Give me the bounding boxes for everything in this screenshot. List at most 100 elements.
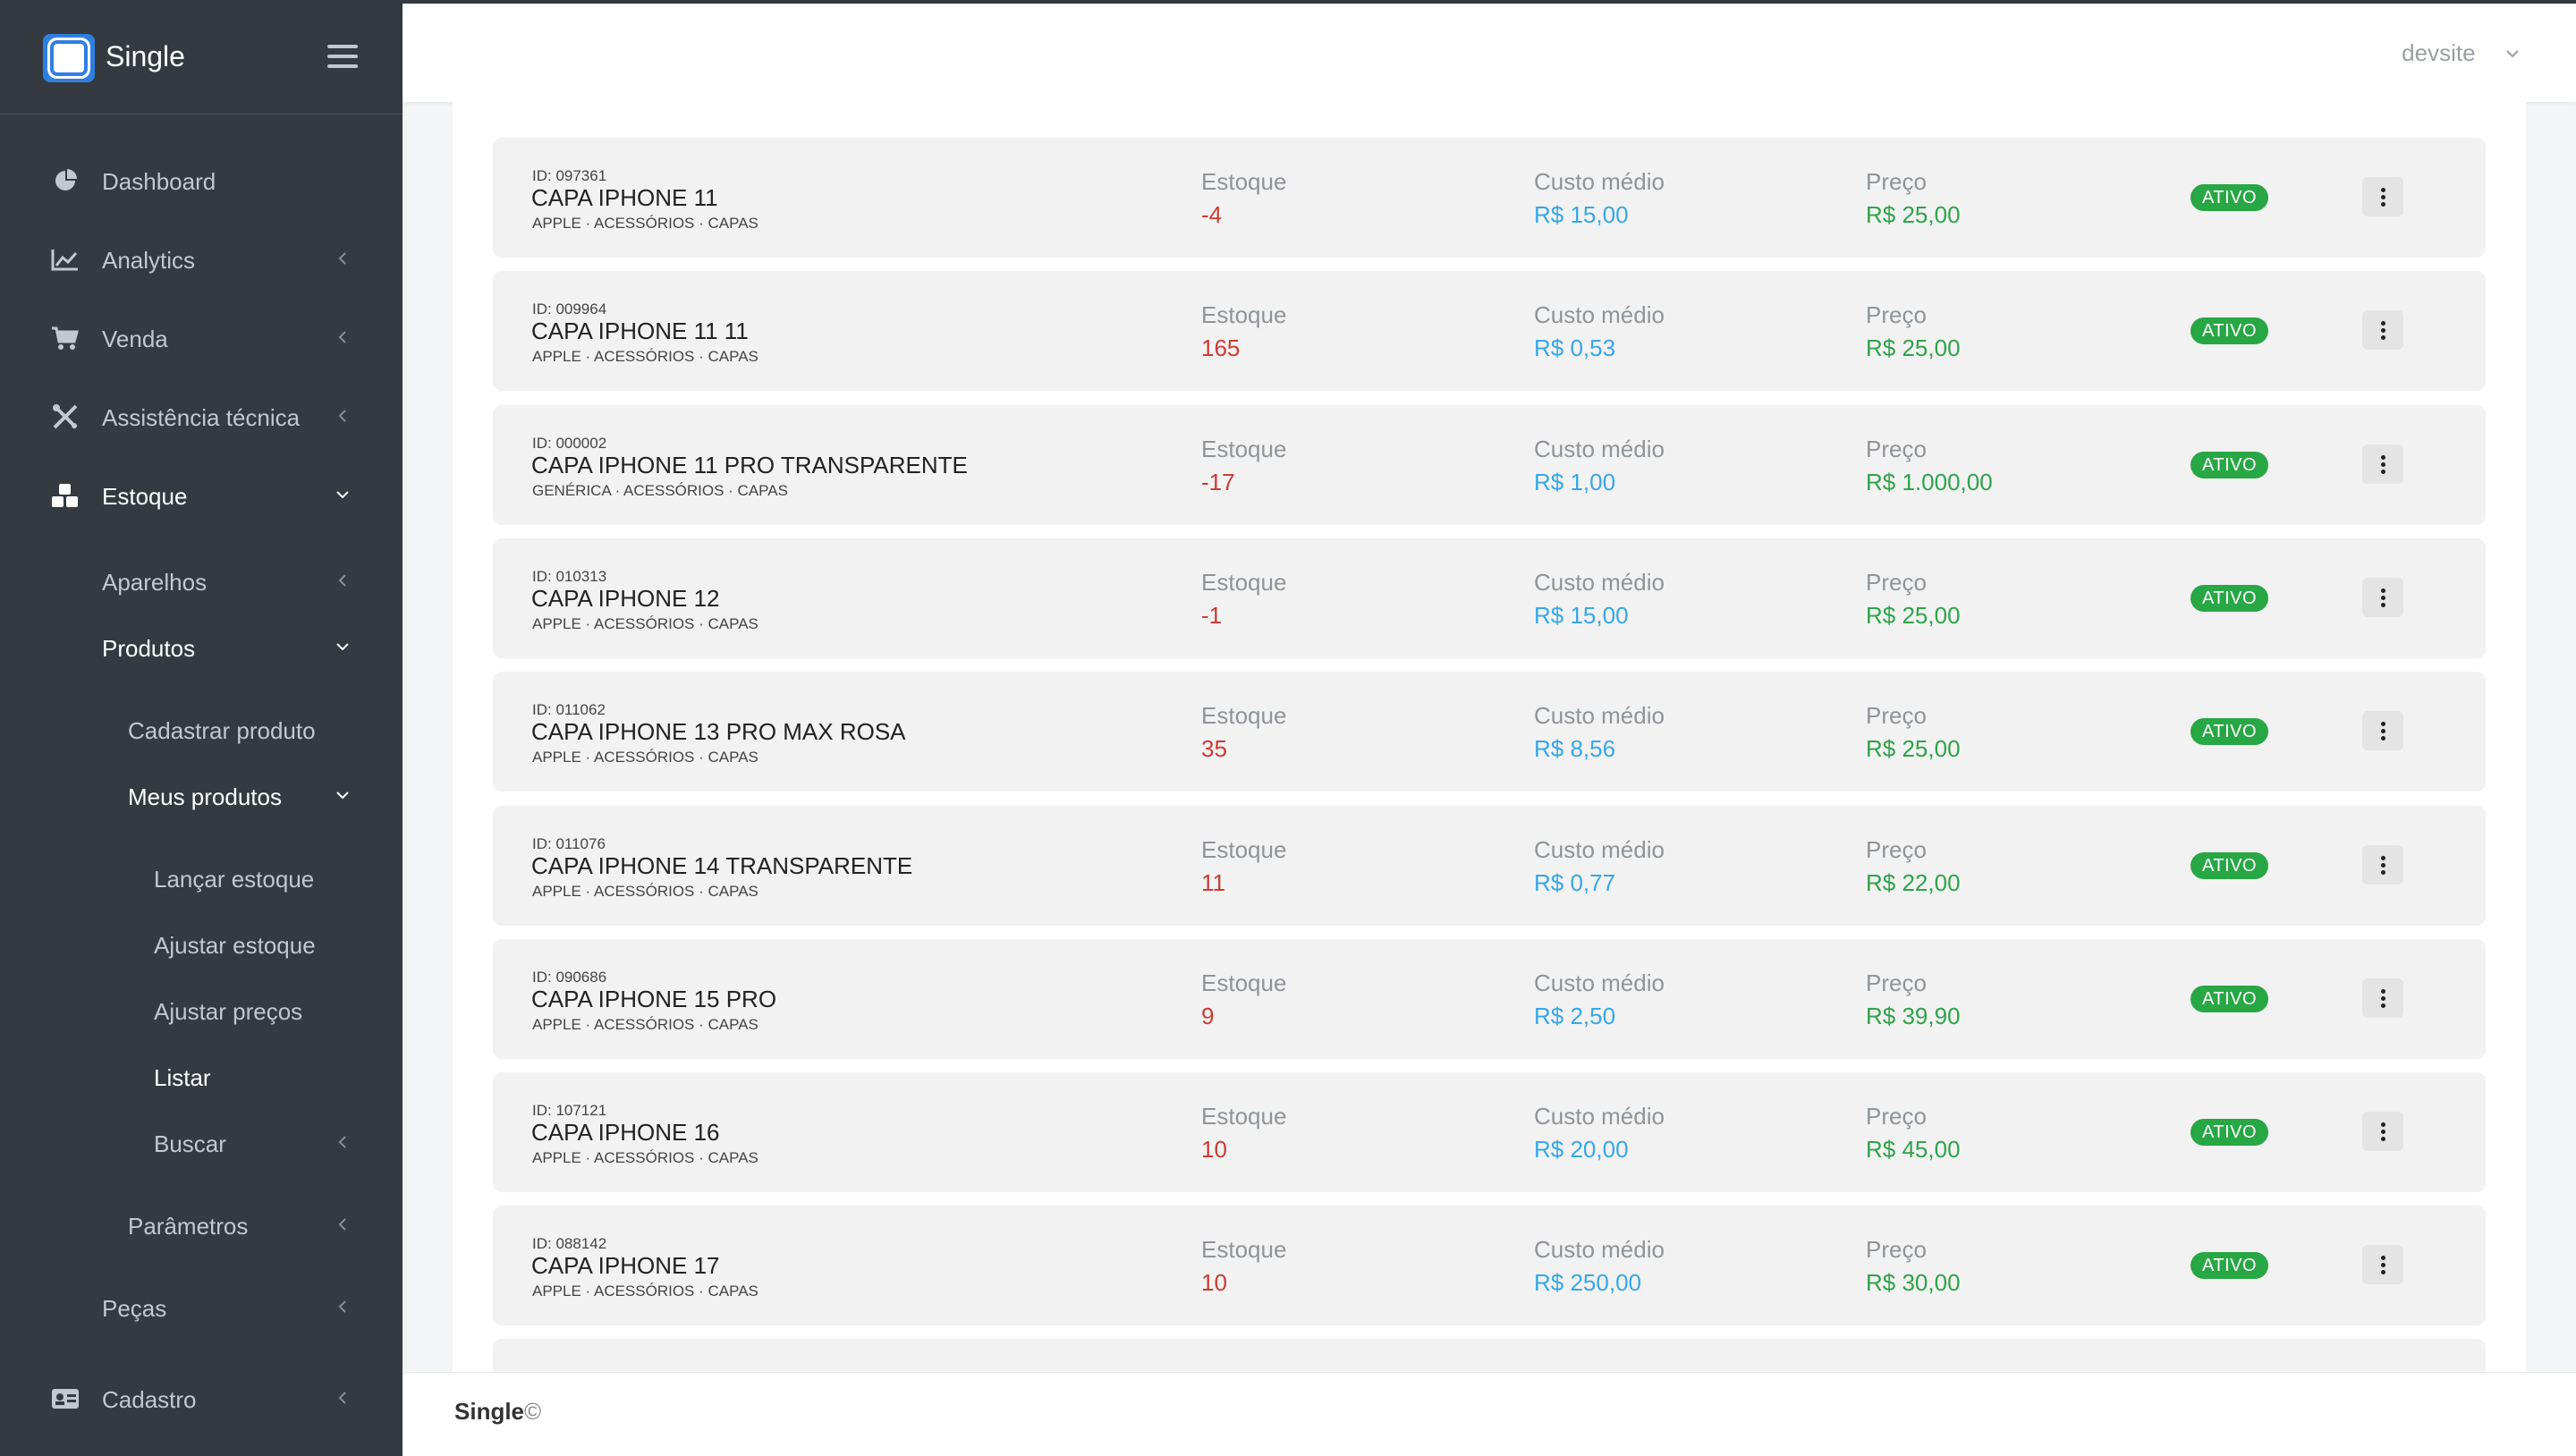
chevron-left-icon	[338, 574, 346, 587]
product-id: ID: 011076	[532, 835, 606, 852]
nav-buscar[interactable]: Buscar	[0, 1118, 402, 1168]
estoque-label: Estoque	[1201, 569, 1287, 596]
estoque-label: Estoque	[1201, 301, 1287, 328]
nav-cadastro[interactable]: Cadastro	[0, 1374, 402, 1424]
status-badge: ATIVO	[2190, 986, 2269, 1012]
status-badge: ATIVO	[2190, 317, 2269, 344]
nav-listar-label: Listar	[154, 1064, 211, 1091]
product-row: ID: 097361 CAPA IPHONE 11 APPLE · ACESSÓRI…	[493, 138, 2486, 258]
custo-medio-value: R$ 1,00	[1534, 469, 1616, 495]
chevron-left-icon	[338, 1218, 346, 1231]
nav-assistencia-label: Assistência técnica	[102, 404, 301, 431]
product-category: APPLE · ACESSÓRIOS · CAPAS	[532, 615, 758, 632]
row-actions-button[interactable]	[2362, 310, 2403, 350]
brand: Single	[0, 0, 402, 114]
nav-ajustar-precos[interactable]: Ajustar preços	[0, 986, 402, 1036]
custo-medio-label: Custo médio	[1534, 836, 1665, 863]
row-actions-button[interactable]	[2362, 845, 2403, 885]
estoque-value: -1	[1201, 602, 1223, 629]
cart-icon	[50, 325, 80, 351]
chevron-left-icon	[338, 331, 346, 343]
product-name: CAPA IPHONE 14 TRANSPARENTE	[531, 852, 913, 879]
menu-toggle-button[interactable]	[327, 45, 358, 70]
nav-cadastro-label: Cadastro	[102, 1386, 197, 1413]
nav-venda-label: Venda	[102, 326, 168, 352]
nav-cadastrar-produto-label: Cadastrar produto	[128, 717, 316, 744]
nav-venda[interactable]: Venda	[0, 313, 402, 363]
chevron-left-icon	[338, 1392, 346, 1404]
footer-copyright: ©	[524, 1398, 542, 1425]
product-id: ID: 097361	[532, 167, 607, 184]
footer-brand: Single	[454, 1398, 525, 1425]
row-actions-button[interactable]	[2362, 578, 2403, 617]
row-actions-button[interactable]	[2362, 1245, 2403, 1284]
nav-produtos-label: Produtos	[102, 635, 196, 662]
status-badge: ATIVO	[2190, 718, 2269, 745]
row-actions-button[interactable]	[2362, 177, 2403, 216]
custo-medio-label: Custo médio	[1534, 969, 1665, 996]
preco-label: Preço	[1866, 436, 1927, 462]
chevron-left-icon	[338, 1136, 346, 1148]
nav-lancar-estoque[interactable]: Lançar estoque	[0, 853, 402, 903]
custo-medio-label: Custo médio	[1534, 702, 1665, 729]
product-row: ID: 088142 CAPA IPHONE 17 APPLE · ACESSÓRI…	[493, 1206, 2486, 1325]
row-actions-button[interactable]	[2362, 711, 2403, 750]
nav-produtos[interactable]: Produtos	[0, 622, 402, 673]
sidebar: Single Dashboard Analytics Venda Assistê…	[0, 0, 402, 1456]
nav-aparelhos[interactable]: Aparelhos	[0, 556, 402, 606]
nav-ajustar-estoque[interactable]: Ajustar estoque	[0, 919, 402, 969]
preco-value: R$ 30,00	[1866, 1269, 1961, 1296]
nav-listar[interactable]: Listar	[0, 1052, 402, 1102]
nav-assistencia-tecnica[interactable]: Assistência técnica	[0, 392, 402, 442]
product-name: CAPA IPHONE 17	[531, 1252, 720, 1279]
nav-meus-produtos-label: Meus produtos	[128, 783, 282, 810]
product-name: CAPA IPHONE 15 PRO	[531, 986, 777, 1012]
custo-medio-value: R$ 0,53	[1534, 334, 1616, 361]
product-name: CAPA IPHONE 13 PRO MAX ROSA	[531, 718, 906, 745]
nav-lancar-estoque-label: Lançar estoque	[154, 866, 315, 893]
product-id: ID: 088142	[532, 1235, 607, 1252]
nav-meus-produtos[interactable]: Meus produtos	[0, 771, 402, 821]
row-actions-button[interactable]	[2362, 1112, 2403, 1151]
custo-medio-label: Custo médio	[1534, 569, 1665, 596]
top-header: devsite	[402, 0, 2576, 102]
preco-label: Preço	[1866, 969, 1927, 996]
estoque-value: -17	[1201, 469, 1235, 495]
line-chart-icon	[50, 246, 80, 273]
nav-aparelhos-label: Aparelhos	[102, 569, 208, 596]
user-menu[interactable]: devsite	[2402, 39, 2522, 75]
row-actions-button[interactable]	[2362, 444, 2403, 484]
product-category: APPLE · ACESSÓRIOS · CAPAS	[532, 1149, 758, 1166]
product-id: ID: 000002	[532, 435, 607, 452]
nav-analytics[interactable]: Analytics	[0, 234, 402, 284]
status-badge: ATIVO	[2190, 184, 2269, 211]
estoque-label: Estoque	[1201, 969, 1287, 996]
product-list: ID: 097361 CAPA IPHONE 11 APPLE · ACESSÓRI…	[453, 102, 2526, 1393]
estoque-value: 11	[1201, 869, 1225, 896]
app-name: Single	[106, 40, 185, 72]
product-category: APPLE · ACESSÓRIOS · CAPAS	[532, 1282, 758, 1299]
product-category: GENÉRICA · ACESSÓRIOS · CAPAS	[532, 482, 788, 499]
custo-medio-label: Custo médio	[1534, 436, 1665, 462]
nav-dashboard[interactable]: Dashboard	[0, 156, 402, 206]
custo-medio-label: Custo médio	[1534, 1103, 1665, 1130]
nav-ajustar-precos-label: Ajustar preços	[154, 998, 303, 1025]
nav-pecas[interactable]: Peças	[0, 1282, 402, 1333]
chevron-down-icon	[336, 491, 349, 499]
pie-chart-icon	[50, 167, 80, 194]
estoque-label: Estoque	[1201, 1236, 1287, 1263]
row-actions-button[interactable]	[2362, 978, 2403, 1018]
custo-medio-value: R$ 8,56	[1534, 735, 1616, 762]
product-category: APPLE · ACESSÓRIOS · CAPAS	[532, 1016, 758, 1033]
nav-parametros[interactable]: Parâmetros	[0, 1200, 402, 1250]
product-category: APPLE · ACESSÓRIOS · CAPAS	[532, 215, 758, 232]
nav-estoque[interactable]: Estoque	[0, 470, 402, 521]
chevron-left-icon	[338, 410, 346, 422]
product-category: APPLE · ACESSÓRIOS · CAPAS	[532, 749, 758, 766]
user-name: devsite	[2402, 39, 2476, 66]
nav-cadastrar-produto[interactable]: Cadastrar produto	[0, 705, 402, 755]
product-row: ID: 000002 CAPA IPHONE 11 PRO TRANSPARENT…	[493, 405, 2486, 525]
estoque-value: 35	[1201, 735, 1227, 762]
preco-label: Preço	[1866, 702, 1927, 729]
product-id: ID: 011062	[532, 701, 606, 718]
